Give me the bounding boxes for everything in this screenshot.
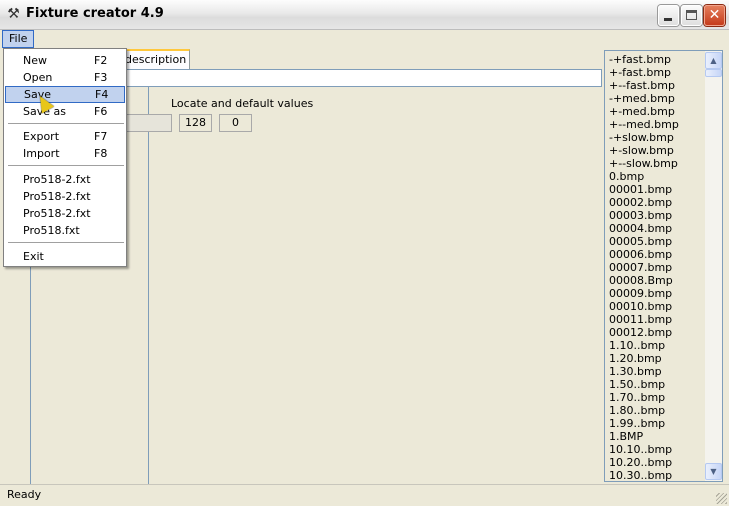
status-text: Ready	[7, 488, 42, 501]
image-list-item[interactable]: +--med.bmp	[609, 118, 679, 131]
tab-description-label: description	[125, 53, 187, 66]
menu-separator	[8, 165, 124, 166]
menu-new-label: New	[23, 54, 47, 67]
image-list-item[interactable]: 00011.bmp	[609, 313, 672, 326]
close-icon: ✕	[708, 7, 721, 23]
menu-separator	[8, 123, 124, 124]
value-field-3[interactable]: 0	[219, 114, 252, 132]
image-list-item[interactable]: 10.10..bmp	[609, 443, 672, 456]
menu-import-shortcut: F8	[94, 147, 108, 160]
image-list-item[interactable]: 00002.bmp	[609, 196, 672, 209]
menu-file[interactable]: File	[2, 30, 35, 48]
menu-recent-file[interactable]: Pro518-2.fxt	[5, 188, 125, 205]
image-list-item[interactable]: 10.30..bmp	[609, 469, 672, 481]
menu-export-shortcut: F7	[94, 130, 108, 143]
chevron-up-icon: ▲	[710, 56, 717, 65]
recent-file-label: Pro518-2.fxt	[23, 207, 91, 220]
chevron-down-icon: ▼	[710, 467, 717, 476]
title-bar: ⚒ Fixture creator 4.9 ✕	[0, 0, 729, 30]
image-list-item[interactable]: 00004.bmp	[609, 222, 672, 235]
menu-open-shortcut: F3	[94, 71, 108, 84]
image-list-item[interactable]: 00009.bmp	[609, 287, 672, 300]
close-button[interactable]: ✕	[704, 5, 725, 26]
image-list-item[interactable]: 00012.bmp	[609, 326, 672, 339]
scroll-thumb[interactable]	[705, 69, 722, 77]
menu-export[interactable]: Export F7	[5, 128, 125, 145]
menu-new[interactable]: New F2	[5, 52, 125, 69]
menu-save[interactable]: Save F4	[5, 86, 125, 103]
image-list-item[interactable]: 00006.bmp	[609, 248, 672, 261]
image-list-item[interactable]: +-fast.bmp	[609, 66, 671, 79]
menu-recent-file[interactable]: Pro518-2.fxt	[5, 205, 125, 222]
menu-recent-file[interactable]: Pro518-2.fxt	[5, 171, 125, 188]
image-list-item[interactable]: 0.bmp	[609, 170, 644, 183]
image-list-item[interactable]: 1.BMP	[609, 430, 643, 443]
image-list-item[interactable]: 00003.bmp	[609, 209, 672, 222]
value-field-2[interactable]: 128	[179, 114, 212, 132]
menu-separator	[8, 242, 124, 243]
menu-save-as-shortcut: F6	[94, 105, 108, 118]
image-list-item[interactable]: -+fast.bmp	[609, 53, 671, 66]
resize-grip-icon[interactable]	[716, 493, 727, 504]
image-list-item[interactable]: 1.99..bmp	[609, 417, 665, 430]
image-list-item[interactable]: 1.20.bmp	[609, 352, 662, 365]
image-list-item[interactable]: -+med.bmp	[609, 92, 675, 105]
image-list-item[interactable]: 1.80..bmp	[609, 404, 665, 417]
menu-open[interactable]: Open F3	[5, 69, 125, 86]
image-list-item[interactable]: -+slow.bmp	[609, 131, 674, 144]
file-menu: New F2 Open F3 Save F4 Save as F6 Export F7 I…	[3, 48, 127, 267]
window-title: Fixture creator 4.9	[26, 6, 164, 21]
image-list-item[interactable]: +-med.bmp	[609, 105, 675, 118]
menu-save-as[interactable]: Save as F6	[5, 103, 125, 120]
menu-open-label: Open	[23, 71, 53, 84]
menu-recent-file[interactable]: Pro518.fxt	[5, 222, 125, 239]
menu-exit-label: Exit	[23, 250, 44, 263]
image-list-item[interactable]: +-slow.bmp	[609, 144, 674, 157]
image-list-item[interactable]: 00010.bmp	[609, 300, 672, 313]
minimize-icon	[664, 18, 672, 21]
scroll-down-button[interactable]: ▼	[705, 463, 722, 480]
menu-bar: File Imagelist	[0, 30, 729, 506]
maximize-button[interactable]	[681, 5, 702, 26]
image-list-scrollbar[interactable]: ▲ ▼	[705, 51, 722, 481]
status-bar: Ready	[0, 484, 729, 506]
menu-import-label: Import	[23, 147, 60, 160]
recent-file-label: Pro518-2.fxt	[23, 190, 91, 203]
image-list-item[interactable]: +--fast.bmp	[609, 79, 675, 92]
menu-save-shortcut: F4	[95, 88, 109, 101]
image-list-item[interactable]: 1.30.bmp	[609, 365, 662, 378]
minimize-button[interactable]	[658, 5, 679, 26]
maximize-icon	[686, 10, 697, 20]
locate-label: Locate and default values	[171, 97, 314, 110]
menu-new-shortcut: F2	[94, 54, 108, 67]
value-field-1[interactable]	[120, 114, 172, 132]
fixture-icon: ⚒	[7, 6, 20, 22]
image-list-item[interactable]: 00007.bmp	[609, 261, 672, 274]
description-field[interactable]	[118, 69, 602, 87]
menu-exit[interactable]: Exit	[5, 248, 125, 265]
recent-file-label: Pro518.fxt	[23, 224, 80, 237]
image-list-item[interactable]: 1.10..bmp	[609, 339, 665, 352]
tab-description[interactable]: description	[118, 49, 190, 69]
image-list-item[interactable]: 00005.bmp	[609, 235, 672, 248]
recent-file-label: Pro518-2.fxt	[23, 173, 91, 186]
image-list-item[interactable]: 1.70..bmp	[609, 391, 665, 404]
image-list-item[interactable]: 00008.Bmp	[609, 274, 673, 287]
image-list-item[interactable]: 10.20..bmp	[609, 456, 672, 469]
image-list-item[interactable]: +--slow.bmp	[609, 157, 678, 170]
image-list-item[interactable]: 1.50..bmp	[609, 378, 665, 391]
menu-import[interactable]: Import F8	[5, 145, 125, 162]
menu-export-label: Export	[23, 130, 60, 143]
scroll-up-button[interactable]: ▲	[705, 52, 722, 69]
image-list-item[interactable]: 00001.bmp	[609, 183, 672, 196]
